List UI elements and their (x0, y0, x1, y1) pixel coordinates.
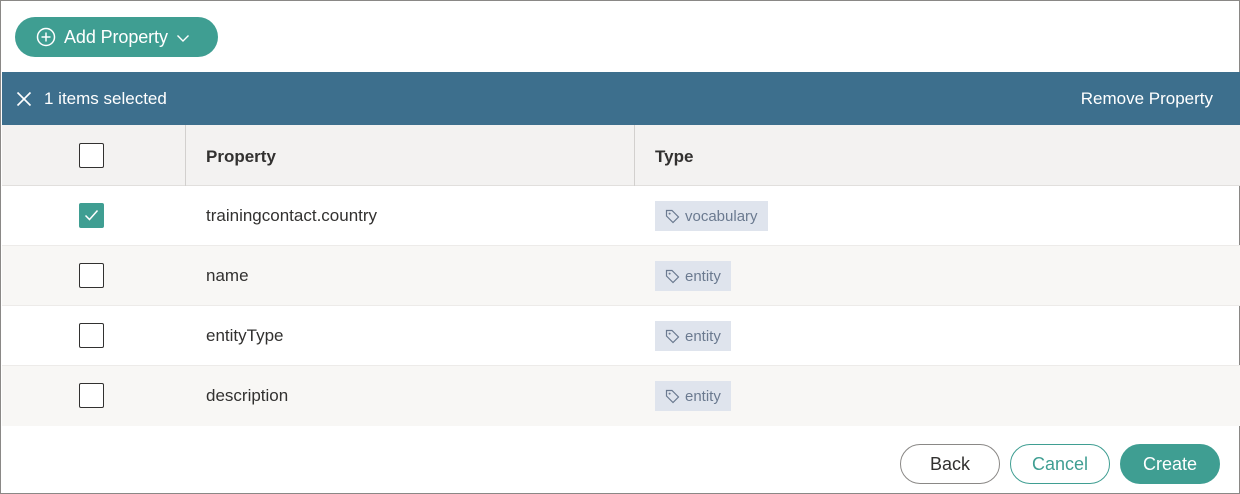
row-checkbox[interactable] (79, 323, 104, 348)
property-name: entityType (206, 326, 284, 345)
cancel-button[interactable]: Cancel (1010, 444, 1110, 484)
table-header: Property Type (2, 125, 1240, 186)
dialog-frame: Add Property 1 items selected Remove Pro… (0, 0, 1240, 494)
type-label: entity (685, 327, 721, 345)
close-icon[interactable] (16, 91, 32, 107)
table-row[interactable]: description entity (2, 366, 1240, 426)
property-name: trainingcontact.country (206, 206, 378, 225)
column-divider (634, 125, 635, 186)
checkmark-icon (84, 210, 99, 221)
type-tag: entity (655, 381, 731, 411)
plus-circle-icon (36, 27, 56, 47)
type-tag: entity (655, 261, 731, 291)
back-button[interactable]: Back (900, 444, 1000, 484)
selection-bar: 1 items selected Remove Property (2, 72, 1240, 125)
table-row[interactable]: entityType entity (2, 306, 1240, 366)
row-checkbox[interactable] (79, 203, 104, 228)
remove-property-button[interactable]: Remove Property (1081, 89, 1213, 109)
tag-icon (665, 209, 680, 223)
property-name: description (206, 386, 289, 405)
type-label: vocabulary (685, 207, 758, 225)
create-button[interactable]: Create (1120, 444, 1220, 484)
add-property-button[interactable]: Add Property (15, 17, 218, 57)
selected-count: 1 items selected (44, 89, 167, 108)
add-property-label: Add Property (64, 26, 168, 47)
column-divider (185, 125, 186, 186)
type-label: entity (685, 387, 721, 405)
table-row[interactable]: trainingcontact.country vocabulary (2, 186, 1240, 246)
tag-icon (665, 329, 680, 343)
property-name: name (206, 266, 249, 285)
type-tag: entity (655, 321, 731, 351)
select-all-checkbox[interactable] (79, 143, 104, 168)
chevron-down-icon (176, 35, 189, 42)
column-header-type: Type (655, 147, 694, 166)
tag-icon (665, 389, 680, 403)
column-header-property: Property (206, 147, 276, 166)
row-checkbox[interactable] (79, 263, 104, 288)
row-checkbox[interactable] (79, 383, 104, 408)
table-row[interactable]: name entity (2, 246, 1240, 306)
tag-icon (665, 269, 680, 283)
type-label: entity (685, 267, 721, 285)
type-tag: vocabulary (655, 201, 768, 231)
